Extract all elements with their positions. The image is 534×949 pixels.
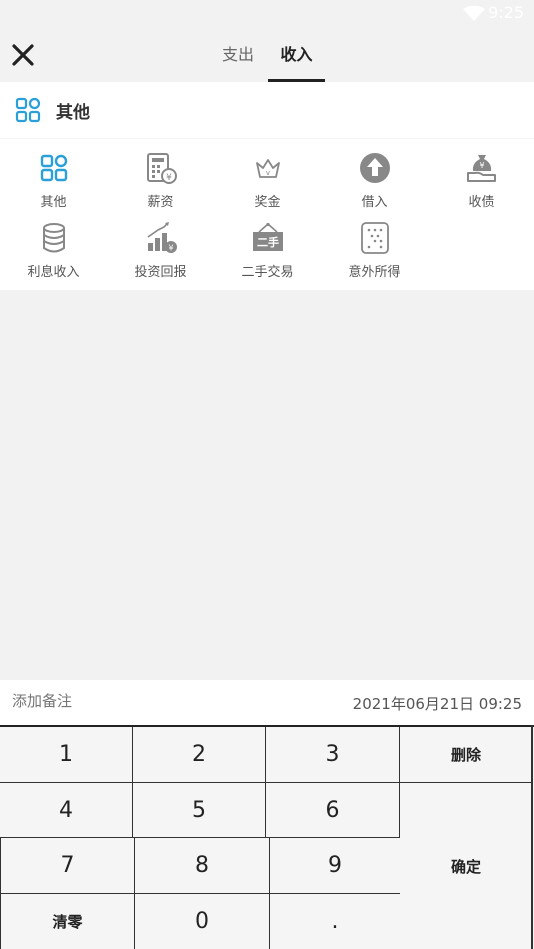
page: 9:25 支出 收入 其他 其他 ¥ 薪资 v 奖金 借入 ¥ 收债 利息收入 … xyxy=(0,0,534,949)
date-time[interactable]: 2021年06月21日 09:25 xyxy=(353,693,522,714)
key-8[interactable]: 8 xyxy=(135,838,270,894)
category-label: 其他 xyxy=(40,195,67,210)
category-label: 利息收入 xyxy=(27,265,80,280)
category-label: 投资回报 xyxy=(134,265,187,280)
key-9[interactable]: 9 xyxy=(270,838,400,894)
key-0[interactable]: 0 xyxy=(135,894,270,949)
grid-icon xyxy=(15,97,41,123)
confirm-button[interactable]: 确定 xyxy=(400,783,533,949)
wifi-icon xyxy=(463,6,485,21)
dice-icon xyxy=(360,222,389,254)
selected-category: 其他 xyxy=(0,82,534,138)
remark-input[interactable] xyxy=(12,692,212,710)
category-salary[interactable]: ¥ 薪资 xyxy=(107,139,214,210)
header: 支出 收入 xyxy=(0,28,534,82)
category-secondhand[interactable]: 二手 二手交易 xyxy=(214,209,321,280)
svg-text:二手: 二手 xyxy=(257,235,279,249)
selected-category-label: 其他 xyxy=(56,103,90,123)
close-icon[interactable] xyxy=(10,42,36,68)
category-interest[interactable]: 利息收入 xyxy=(0,209,107,280)
category-label: 奖金 xyxy=(254,195,281,210)
category-windfall[interactable]: 意外所得 xyxy=(321,209,428,280)
category-label: 收债 xyxy=(468,195,495,210)
remark-bar: 2021年06月21日 09:25 xyxy=(0,680,534,725)
clear-button[interactable]: 清零 xyxy=(0,894,135,949)
key-dot[interactable]: . xyxy=(270,894,400,949)
category-debt-collect[interactable]: ¥ 收债 xyxy=(428,139,534,210)
category-borrow[interactable]: 借入 xyxy=(321,139,428,210)
keypad: 1 2 3 删除 4 5 6 确定 7 8 9 清零 0 . xyxy=(0,725,534,949)
status-bar: 9:25 xyxy=(0,0,534,28)
key-1[interactable]: 1 xyxy=(0,727,133,783)
growth-chart-icon: ¥ xyxy=(147,222,177,253)
key-6[interactable]: 6 xyxy=(266,783,400,838)
key-3[interactable]: 3 xyxy=(266,727,400,783)
svg-text:¥: ¥ xyxy=(168,244,173,253)
key-7[interactable]: 7 xyxy=(0,838,135,894)
category-investment-return[interactable]: ¥ 投资回报 xyxy=(107,209,214,280)
category-label: 二手交易 xyxy=(241,265,294,280)
svg-text:v: v xyxy=(265,169,269,177)
key-4[interactable]: 4 xyxy=(0,783,133,838)
keypad-right-border xyxy=(531,725,533,949)
category-label: 借入 xyxy=(361,195,388,210)
crown-icon: v xyxy=(255,159,280,178)
category-label: 意外所得 xyxy=(348,265,401,280)
secondhand-sign-icon: 二手 xyxy=(252,222,283,251)
category-bonus[interactable]: v 奖金 xyxy=(214,139,321,210)
tab-expense[interactable]: 支出 xyxy=(214,28,262,82)
coin-stack-icon xyxy=(42,223,65,253)
category-grid: 其他 ¥ 薪资 v 奖金 借入 ¥ 收债 利息收入 ¥ 投资回报 二手 二手交易… xyxy=(0,139,534,290)
arrow-up-circle-icon xyxy=(359,153,390,183)
svg-text:¥: ¥ xyxy=(479,161,484,170)
tab-income[interactable]: 收入 xyxy=(268,28,325,82)
delete-button[interactable]: 删除 xyxy=(400,727,533,783)
category-label: 薪资 xyxy=(147,195,174,210)
grid-icon xyxy=(40,154,67,182)
money-bag-hand-icon: ¥ xyxy=(466,155,496,182)
status-time: 9:25 xyxy=(488,3,524,22)
key-2[interactable]: 2 xyxy=(133,727,266,783)
category-other[interactable]: 其他 xyxy=(0,139,107,210)
calculator-yen-icon: ¥ xyxy=(146,153,177,184)
key-5[interactable]: 5 xyxy=(133,783,266,838)
svg-text:¥: ¥ xyxy=(166,173,172,183)
